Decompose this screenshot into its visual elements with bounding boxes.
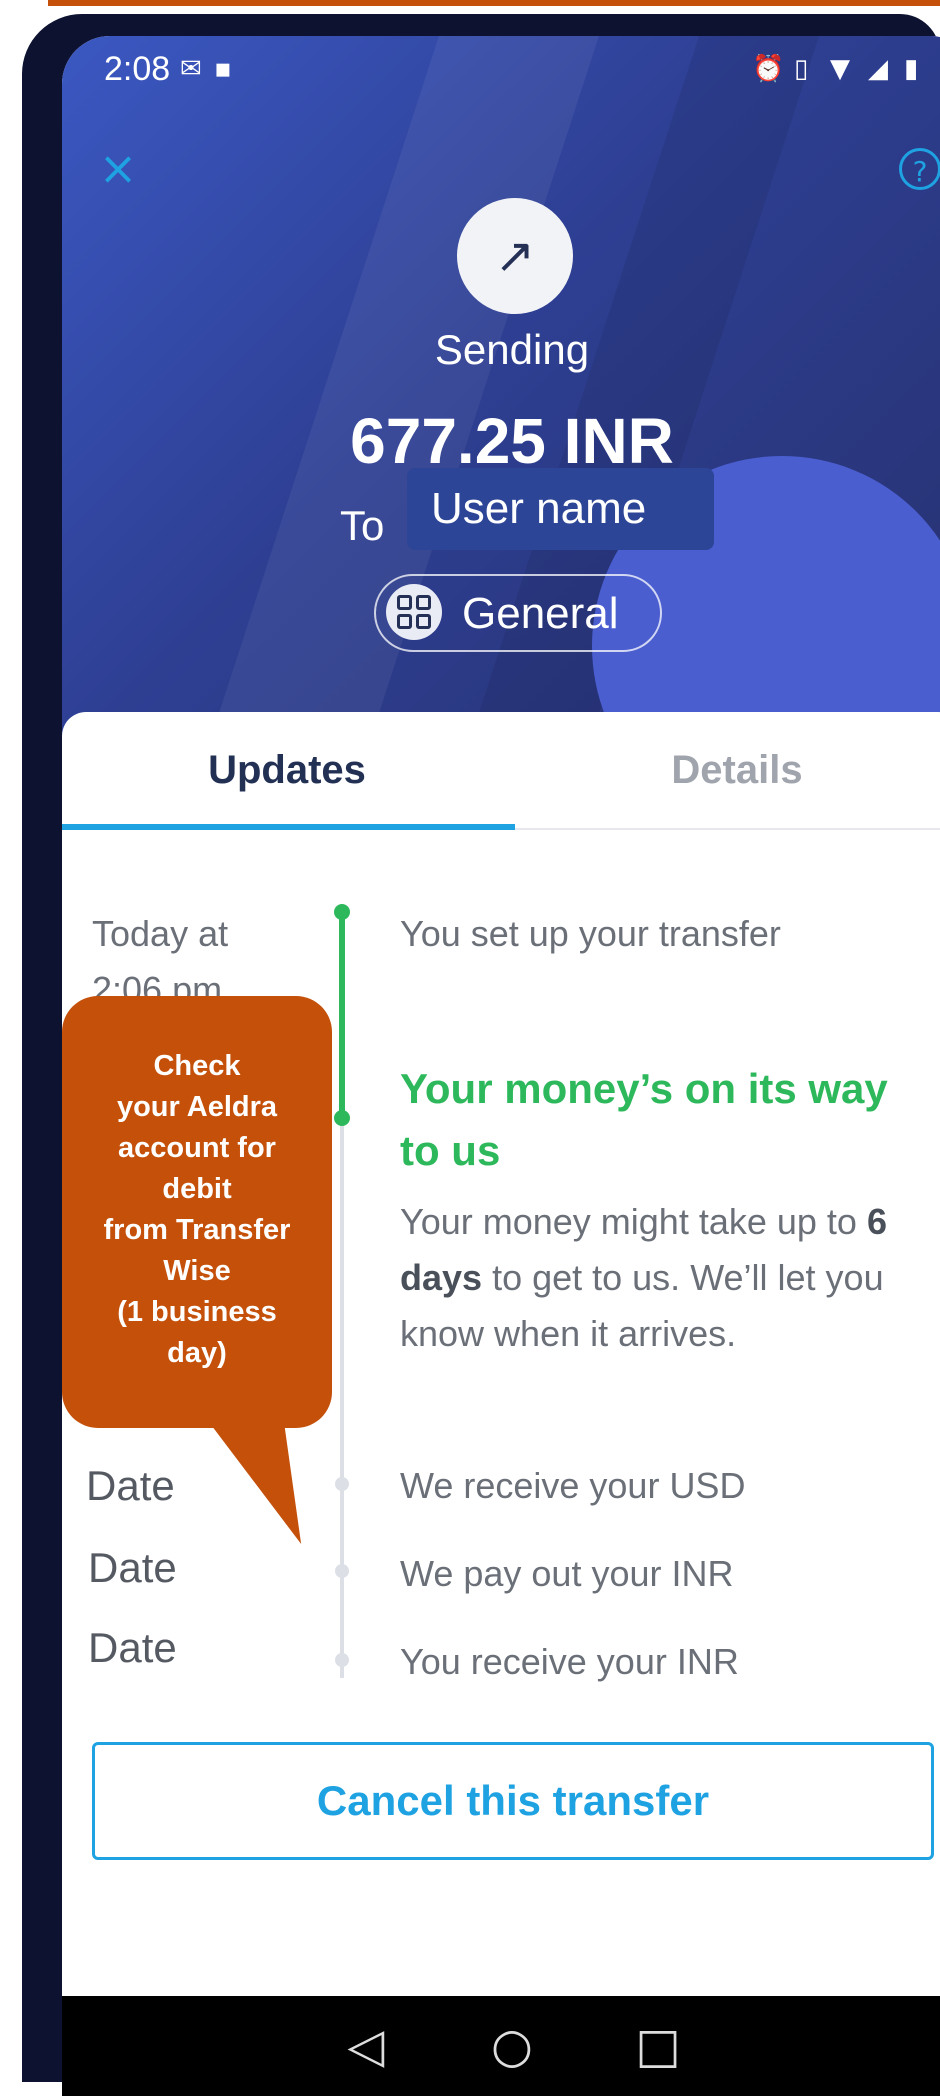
status-bar: 2:08 ✉ ▪ ⏰ ▯ ▼ ◢ ▮ <box>62 36 940 106</box>
timeline-step-text: You set up your transfer <box>400 913 781 954</box>
timeline-date: Date <box>88 1544 177 1591</box>
body-text: Your money might take up to <box>400 1201 867 1242</box>
image-icon: ▪ <box>214 54 232 84</box>
current-step-body: Your money might take up to 6 days to ge… <box>400 1194 940 1362</box>
cancel-transfer-button[interactable]: Cancel this transfer <box>92 1742 934 1860</box>
phone-frame: 2:08 ✉ ▪ ⏰ ▯ ▼ ◢ ▮ × ? ↗ Sending 677.25 … <box>22 14 940 2096</box>
tab-details[interactable]: Details <box>512 712 940 828</box>
timeline-dot <box>334 1110 350 1126</box>
system-nav-bar: ◁ ○ □ <box>62 1996 940 2096</box>
home-icon[interactable]: ○ <box>482 2018 542 2074</box>
timeline-dot <box>335 1477 349 1491</box>
annotation-callout-text: Check your Aeldra account for debit from… <box>103 1050 291 1369</box>
transfer-header: 2:08 ✉ ▪ ⏰ ▯ ▼ ◢ ▮ × ? ↗ Sending 677.25 … <box>62 36 940 736</box>
recipient-name: User name <box>407 468 714 550</box>
top-border-strip <box>48 0 940 6</box>
wifi-icon: ▼ <box>830 54 850 84</box>
transfer-amount: 677.25 INR <box>350 405 674 477</box>
timeline-step-text: We receive your USD <box>400 1465 746 1506</box>
vibrate-icon: ▯ <box>794 54 809 84</box>
timeline-step-text: You receive your INR <box>400 1641 739 1682</box>
timeline-pending-line <box>340 1118 344 1678</box>
help-icon[interactable]: ? <box>899 148 940 190</box>
back-icon[interactable]: ◁ <box>336 2018 396 2074</box>
recents-icon[interactable]: □ <box>628 2018 688 2074</box>
active-tab-indicator <box>62 824 515 830</box>
battery-icon: ▮ <box>904 54 919 84</box>
screen: 2:08 ✉ ▪ ⏰ ▯ ▼ ◢ ▮ × ? ↗ Sending 677.25 … <box>62 36 940 2096</box>
timeline-date: Date <box>86 1462 175 1509</box>
category-chip[interactable]: General <box>374 574 662 652</box>
alarm-icon: ⏰ <box>752 54 785 84</box>
timeline-dot <box>335 1564 349 1578</box>
tab-bar: Updates Details <box>62 712 940 830</box>
send-arrow-icon: ↗ <box>457 198 573 314</box>
timeline-date: Date <box>88 1624 177 1671</box>
transfer-status-label: Sending <box>434 326 590 373</box>
timeline-progress-line <box>339 912 345 1118</box>
timeline-step-text: We pay out your INR <box>400 1553 734 1594</box>
tab-updates[interactable]: Updates <box>62 712 512 828</box>
grid-icon <box>386 584 442 640</box>
timeline-date: Today at <box>92 913 229 954</box>
current-step-heading: Your money’s on its way to us <box>400 1065 888 1174</box>
status-time: 2:08 <box>104 50 171 88</box>
gmail-icon: ✉ <box>180 54 202 84</box>
to-label: To <box>340 502 385 549</box>
signal-icon: ◢ <box>868 54 888 84</box>
annotation-callout-tail <box>202 1414 302 1544</box>
close-icon[interactable]: × <box>98 145 138 191</box>
category-label: General <box>462 589 619 638</box>
timeline-dot <box>334 904 350 920</box>
timeline-dot <box>335 1653 349 1667</box>
